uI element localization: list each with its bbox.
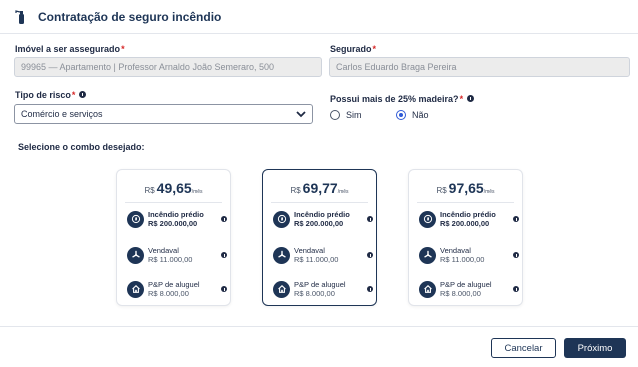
coverage-item: P&P de aluguel R$ 8.000,00	[273, 278, 373, 300]
info-icon[interactable]	[79, 91, 87, 98]
radio-nao-circle[interactable]	[396, 110, 406, 120]
next-button[interactable]: Próximo	[564, 338, 626, 358]
coverage-item: Vendaval R$ 11.000,00	[127, 244, 227, 266]
coverage-amount: R$ 11.000,00	[440, 255, 485, 264]
page-title: Contratação de seguro incêndio	[38, 9, 222, 24]
info-icon[interactable]	[367, 252, 373, 258]
radio-sim-circle[interactable]	[330, 110, 340, 120]
chevron-down-icon	[296, 111, 306, 118]
radio-nao[interactable]: Não	[396, 110, 429, 120]
info-icon[interactable]	[221, 286, 227, 292]
card-divider	[125, 202, 222, 203]
house-icon	[419, 280, 436, 298]
combo-title: Selecione o combo desejado:	[18, 142, 145, 152]
coverage-name: P&P de aluguel	[440, 280, 492, 289]
modal-header: Contratação de seguro incêndio	[0, 0, 638, 34]
info-icon[interactable]	[367, 216, 373, 222]
coverage-amount: R$ 8.000,00	[440, 289, 481, 298]
coverage-name: Incêndio prédio	[440, 210, 496, 219]
coverage-amount: R$ 200.000,00	[294, 219, 344, 228]
coverage-name: P&P de aluguel	[148, 280, 200, 289]
combo-price: R$ 49,65/mês	[144, 180, 203, 196]
coverage-item: Incêndio prédio R$ 200.000,00	[419, 208, 519, 230]
info-icon[interactable]	[367, 286, 373, 292]
fire-icon	[419, 210, 436, 228]
imovel-field: 99965 — Apartamento | Professor Arnaldo …	[14, 57, 322, 77]
combo-price: R$ 69,77/mês	[290, 180, 349, 196]
house-icon	[273, 280, 290, 298]
coverage-name: Vendaval	[294, 246, 325, 255]
imovel-label: Imóvel a ser assegurado*	[15, 44, 125, 54]
info-icon[interactable]	[467, 95, 475, 102]
radio-sim[interactable]: Sim	[330, 110, 362, 120]
segurado-label: Segurado*	[330, 44, 377, 54]
coverage-name: Vendaval	[148, 246, 179, 255]
coverage-amount: R$ 8.000,00	[294, 289, 335, 298]
coverage-amount: R$ 8.000,00	[148, 289, 189, 298]
coverage-name: Incêndio prédio	[294, 210, 350, 219]
info-icon[interactable]	[513, 216, 519, 222]
madeira-label: Possui mais de 25% madeira?*	[330, 94, 475, 104]
wind-icon	[273, 246, 290, 264]
coverage-item: Incêndio prédio R$ 200.000,00	[273, 208, 373, 230]
combo-price: R$ 97,65/mês	[436, 180, 495, 196]
fire-extinguisher-icon	[15, 9, 24, 24]
card-divider	[271, 202, 368, 203]
wind-icon	[419, 246, 436, 264]
combo-card[interactable]: R$ 69,77/mês Incêndio prédio R$ 200.000,00 V…	[262, 169, 377, 306]
info-icon[interactable]	[513, 252, 519, 258]
wind-icon	[127, 246, 144, 264]
coverage-amount: R$ 11.000,00	[294, 255, 339, 264]
coverage-name: Incêndio prédio	[148, 210, 204, 219]
footer-divider	[0, 326, 638, 327]
info-icon[interactable]	[221, 252, 227, 258]
fire-icon	[127, 210, 144, 228]
fire-icon	[273, 210, 290, 228]
info-icon[interactable]	[513, 286, 519, 292]
coverage-item: Incêndio prédio R$ 200.000,00	[127, 208, 227, 230]
house-icon	[127, 280, 144, 298]
combo-card[interactable]: R$ 49,65/mês Incêndio prédio R$ 200.000,00 V…	[116, 169, 231, 306]
coverage-item: P&P de aluguel R$ 8.000,00	[127, 278, 227, 300]
coverage-amount: R$ 200.000,00	[440, 219, 490, 228]
coverage-item: P&P de aluguel R$ 8.000,00	[419, 278, 519, 300]
combo-card[interactable]: R$ 97,65/mês Incêndio prédio R$ 200.000,00 V…	[408, 169, 523, 306]
tipo-risco-select[interactable]: Comércio e serviços	[14, 104, 313, 124]
info-icon[interactable]	[221, 216, 227, 222]
coverage-name: P&P de aluguel	[294, 280, 346, 289]
tipo-risco-label: Tipo de risco*	[15, 90, 87, 100]
coverage-item: Vendaval R$ 11.000,00	[273, 244, 373, 266]
coverage-name: Vendaval	[440, 246, 471, 255]
coverage-amount: R$ 11.000,00	[148, 255, 193, 264]
coverage-amount: R$ 200.000,00	[148, 219, 198, 228]
coverage-item: Vendaval R$ 11.000,00	[419, 244, 519, 266]
segurado-field: Carlos Eduardo Braga Pereira	[329, 57, 630, 77]
cancel-button[interactable]: Cancelar	[491, 338, 556, 358]
card-divider	[417, 202, 514, 203]
